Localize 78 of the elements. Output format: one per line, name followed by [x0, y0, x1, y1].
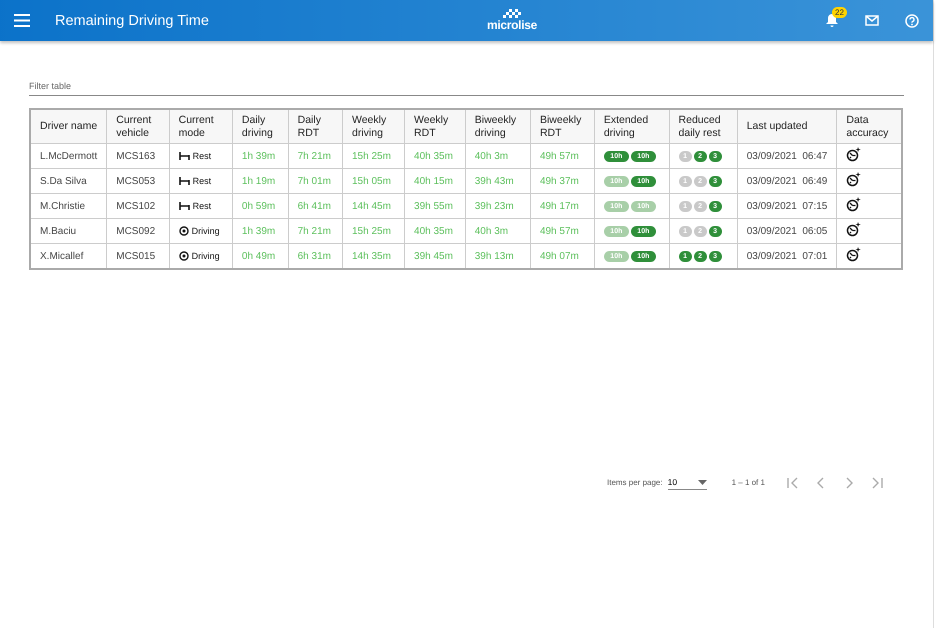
table-cell: 49h 57m [530, 144, 594, 168]
bed-icon [178, 177, 190, 185]
table-cell: 0h 59m [232, 194, 288, 218]
table-cell: 39h 55m [404, 194, 466, 218]
mode-label: Rest [192, 151, 212, 161]
table-cell: M.Christie [30, 194, 107, 218]
column-header: Last updated [737, 109, 837, 144]
column-header: Weekly driving [342, 109, 405, 144]
table-cell: 49h 57m [530, 218, 594, 244]
table-cell: 15h 25m [342, 144, 405, 168]
logo-icon [503, 9, 521, 19]
table-cell: S.Da Silva [30, 168, 107, 194]
column-header: Data accuracy [836, 109, 902, 144]
table-cell: 03/09/2021 06:05 [737, 218, 837, 244]
table-cell: 6h 41m [288, 194, 342, 218]
mail-icon[interactable] [865, 15, 879, 26]
notification-badge: 22 [832, 7, 847, 18]
page-title: Remaining Driving Time [55, 12, 209, 28]
bell-icon[interactable] [825, 13, 839, 28]
help-icon[interactable] [905, 14, 919, 28]
table-cell: 15h 05m [342, 168, 405, 194]
bed-icon [178, 152, 190, 160]
table-cell: 15h 25m [342, 218, 405, 244]
column-header: Driver name [30, 109, 107, 144]
menu-icon[interactable] [14, 14, 30, 27]
table-cell: L.McDermott [30, 144, 107, 168]
table-cell: 03/09/2021 06:47 [737, 144, 837, 168]
last-page-icon[interactable] [870, 476, 883, 488]
column-header: Extended driving [594, 109, 670, 144]
table-cell: 40h 15m [404, 168, 466, 194]
page-range: 1 – 1 of 1 [732, 478, 765, 487]
table-cell: 40h 35m [404, 144, 466, 168]
table-cell: 40h 35m [404, 218, 466, 244]
table-cell: MCS102 [106, 194, 170, 218]
mode-label: Rest [192, 176, 212, 186]
accuracy-icon [846, 147, 862, 162]
accuracy-icon [846, 172, 862, 187]
column-header: Biweekly RDT [530, 109, 594, 144]
dropdown-caret-icon [698, 480, 707, 484]
table-cell: MCS163 [106, 144, 170, 168]
column-header: Daily driving [232, 109, 288, 144]
steering-wheel-icon [178, 251, 189, 261]
table-cell: 39h 23m [465, 194, 530, 218]
table-cell: 39h 43m [465, 168, 530, 194]
column-header: Current vehicle [106, 109, 170, 144]
accuracy-icon [846, 197, 862, 212]
table-cell: 49h 17m [530, 194, 594, 218]
column-header: Reduced daily rest [669, 109, 738, 144]
table-cell: 49h 37m [530, 168, 594, 194]
steering-wheel-icon [178, 226, 189, 236]
table-cell: 1h 39m [232, 144, 288, 168]
first-page-icon[interactable] [786, 476, 799, 488]
column-header: Weekly RDT [404, 109, 466, 144]
table-cell: 14h 45m [342, 194, 405, 218]
column-header: Current mode [169, 109, 232, 144]
table-cell: 03/09/2021 06:49 [737, 168, 837, 194]
logo-text: microlise [487, 19, 537, 32]
page-size-select[interactable]: 10 [668, 475, 707, 490]
table-cell: 03/09/2021 07:15 [737, 194, 837, 218]
table-cell: MCS092 [106, 218, 170, 244]
table-cell: MCS053 [106, 168, 170, 194]
table-cell: 7h 21m [288, 144, 342, 168]
items-per-page-label: Items per page: [607, 478, 663, 487]
accuracy-icon [846, 247, 862, 262]
bed-icon [178, 202, 190, 210]
table-cell: M.Baciu [30, 218, 107, 244]
accuracy-icon [846, 222, 862, 237]
column-header: Biweekly driving [465, 109, 530, 144]
table-cell: 7h 01m [288, 168, 342, 194]
mode-label: Rest [192, 201, 212, 211]
table-cell: 7h 21m [288, 218, 342, 244]
mode-label: Driving [192, 226, 220, 236]
table-cell: 40h 3m [465, 144, 530, 168]
table-cell: 1h 39m [232, 218, 288, 244]
mode-label: Driving [192, 251, 220, 261]
column-header: Daily RDT [288, 109, 342, 144]
table-cell: 40h 3m [465, 218, 530, 244]
table-cell: 1h 19m [232, 168, 288, 194]
